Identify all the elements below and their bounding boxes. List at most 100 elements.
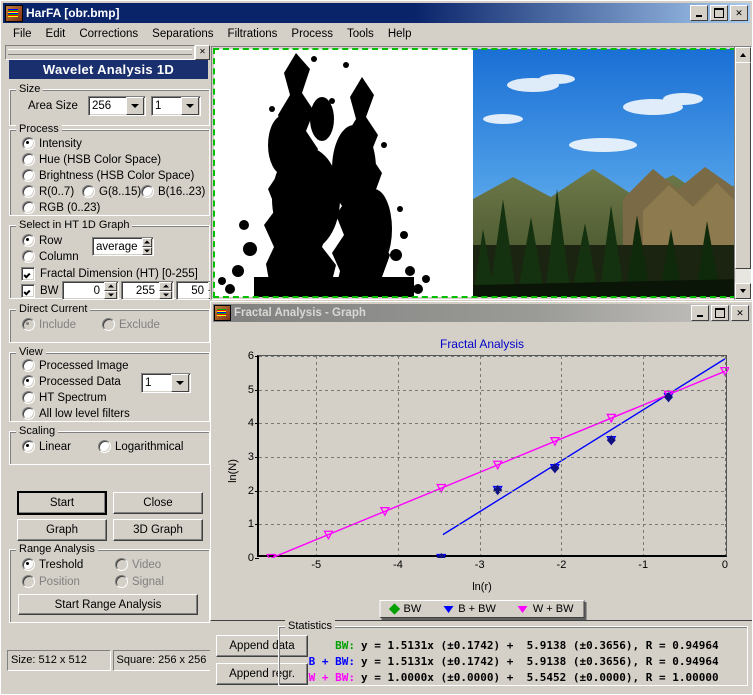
- scroll-down-arrow-icon[interactable]: [735, 283, 751, 299]
- view-option-processed-data[interactable]: Processed Data: [22, 375, 121, 388]
- window-title: HarFA [obr.bmp]: [26, 6, 120, 20]
- radio-icon: [22, 185, 35, 198]
- panel-scrollbar[interactable]: ✕: [5, 45, 210, 60]
- chart-gridline-h: [259, 524, 726, 526]
- image-vertical-scrollbar[interactable]: [734, 46, 752, 300]
- chart-y-tick: [255, 490, 259, 492]
- start-button[interactable]: Start: [17, 491, 107, 515]
- panel-close-icon[interactable]: ✕: [195, 45, 210, 60]
- select-ht-row[interactable]: Row: [22, 234, 62, 247]
- image-client-area[interactable]: [211, 46, 738, 300]
- maximize-button[interactable]: [710, 5, 728, 21]
- menu-item-tools[interactable]: Tools: [340, 26, 381, 42]
- bw-max-spinner[interactable]: 255: [121, 281, 174, 300]
- menu-item-filtrations[interactable]: Filtrations: [221, 26, 285, 42]
- view-level-combo[interactable]: 1: [141, 373, 191, 393]
- legend-item-b-bw[interactable]: B + BW: [443, 603, 496, 615]
- chevron-down-icon[interactable]: [181, 97, 199, 115]
- menu-item-process[interactable]: Process: [284, 26, 340, 42]
- option-label: Intensity: [39, 137, 82, 150]
- scroll-track[interactable]: [5, 45, 195, 60]
- chart-gridline-h: [259, 457, 726, 458]
- spinner-arrows[interactable]: [104, 282, 117, 299]
- close-button-panel[interactable]: Close: [113, 492, 203, 514]
- scaling-linear[interactable]: Linear: [22, 440, 71, 453]
- chevron-down-icon[interactable]: [126, 97, 144, 115]
- option-label: Processed Data: [39, 375, 121, 388]
- option-label: RGB (0..23): [39, 201, 101, 214]
- bw-step-value: 50: [191, 284, 204, 297]
- process-option-rgb[interactable]: RGB (0..23): [22, 201, 100, 214]
- process-option-g[interactable]: G(8..15): [82, 185, 141, 198]
- fractal-dimension-checkbox[interactable]: Fractal Dimension (HT) [0-255]: [21, 267, 198, 281]
- chart-y-tick: [255, 389, 259, 391]
- select-ht-column[interactable]: Column: [22, 250, 79, 263]
- view-option-all-low-level-filters[interactable]: All low level filters: [22, 407, 130, 420]
- menu-item-help[interactable]: Help: [381, 26, 419, 42]
- menu-item-file[interactable]: File: [6, 26, 39, 42]
- chart-y-tick-label: 0: [247, 552, 254, 564]
- size-index-value: 1: [155, 100, 162, 112]
- range-option-treshold[interactable]: Treshold: [22, 558, 83, 571]
- process-option-hue[interactable]: Hue (HSB Color Space): [22, 153, 161, 166]
- graph-close-button[interactable]: ✕: [731, 305, 749, 321]
- radio-icon: [22, 318, 35, 331]
- menu-item-separations[interactable]: Separations: [145, 26, 220, 42]
- bw-min-spinner[interactable]: 0: [62, 281, 119, 300]
- scroll-thumb[interactable]: [735, 62, 751, 269]
- option-label: Exclude: [119, 318, 160, 331]
- chart-plot-area[interactable]: 0 1 2 3 4 5 6 -5 -4 -3 -2 -1 0: [248, 350, 729, 571]
- chart-y-tick-label: 2: [247, 484, 254, 497]
- image-window: [210, 45, 752, 313]
- option-label: Treshold: [39, 558, 84, 571]
- chevron-down-icon[interactable]: [171, 374, 189, 392]
- area-size-combo[interactable]: 256: [88, 96, 146, 116]
- view-option-processed-image[interactable]: Processed Image: [22, 359, 129, 372]
- spinner-arrows[interactable]: [159, 282, 172, 299]
- range-option-position: Position: [22, 575, 80, 588]
- option-label: Position: [39, 575, 80, 588]
- legend-label: W + BW: [532, 603, 574, 615]
- graph-maximize-button[interactable]: [711, 305, 729, 321]
- ht-mode-value: average: [96, 240, 138, 253]
- stats-equation: y = 1.5131x (±0.1742) + 5.9138 (±0.3656)…: [361, 655, 719, 668]
- menu-item-corrections[interactable]: Corrections: [72, 26, 145, 42]
- size-group-caption: Size: [16, 83, 44, 95]
- graph-button[interactable]: Graph: [17, 519, 107, 541]
- process-option-intensity[interactable]: Intensity: [22, 137, 82, 150]
- radio-icon: [22, 250, 35, 263]
- option-label: Hue (HSB Color Space): [39, 153, 162, 166]
- start-range-analysis-button[interactable]: Start Range Analysis: [18, 594, 198, 615]
- bottom-bar: Append data Append regr. Statistics BW: …: [210, 620, 752, 694]
- process-option-r[interactable]: R(0..7): [22, 185, 74, 198]
- scroll-up-arrow-icon[interactable]: [735, 47, 751, 63]
- option-label: HT Spectrum: [39, 391, 107, 404]
- view-option-ht-spectrum[interactable]: HT Spectrum: [22, 391, 107, 404]
- minimize-button[interactable]: [690, 5, 708, 21]
- legend-item-bw[interactable]: BW: [388, 603, 421, 615]
- size-index-combo[interactable]: 1: [151, 96, 201, 116]
- menu-item-edit[interactable]: Edit: [39, 26, 73, 42]
- chart-y-tick-label: 3: [247, 451, 254, 463]
- ht-mode-spinner[interactable]: average: [92, 237, 154, 256]
- graph-title-bar: Fractal Analysis - Graph ✕: [213, 304, 751, 322]
- radio-icon: [22, 440, 35, 453]
- option-label: B(16..23): [158, 185, 206, 198]
- chart-y-tick-label: 6: [247, 350, 254, 362]
- process-option-brightness[interactable]: Brightness (HSB Color Space): [22, 169, 194, 182]
- chart-y-axis-label: ln(N): [226, 458, 239, 483]
- bw-checkbox[interactable]: BW: [21, 284, 59, 298]
- spinner-arrows[interactable]: [141, 238, 152, 255]
- harfa-app-icon: [214, 305, 231, 321]
- legend-label: B + BW: [458, 603, 496, 615]
- graph-3d-button[interactable]: 3D Graph: [113, 519, 203, 541]
- legend-item-w-bw[interactable]: W + BW: [517, 603, 574, 615]
- stats-label: B + BW:: [308, 655, 355, 668]
- process-option-b[interactable]: B(16..23): [141, 185, 205, 198]
- scaling-logarithmical[interactable]: Logarithmical: [98, 440, 183, 453]
- graph-minimize-button[interactable]: [691, 305, 709, 321]
- direct-current-group: Direct Current Include Exclude: [9, 303, 210, 343]
- close-button[interactable]: ✕: [730, 5, 748, 21]
- chart-x-tick-label: -2: [556, 559, 567, 571]
- radio-icon: [102, 318, 115, 331]
